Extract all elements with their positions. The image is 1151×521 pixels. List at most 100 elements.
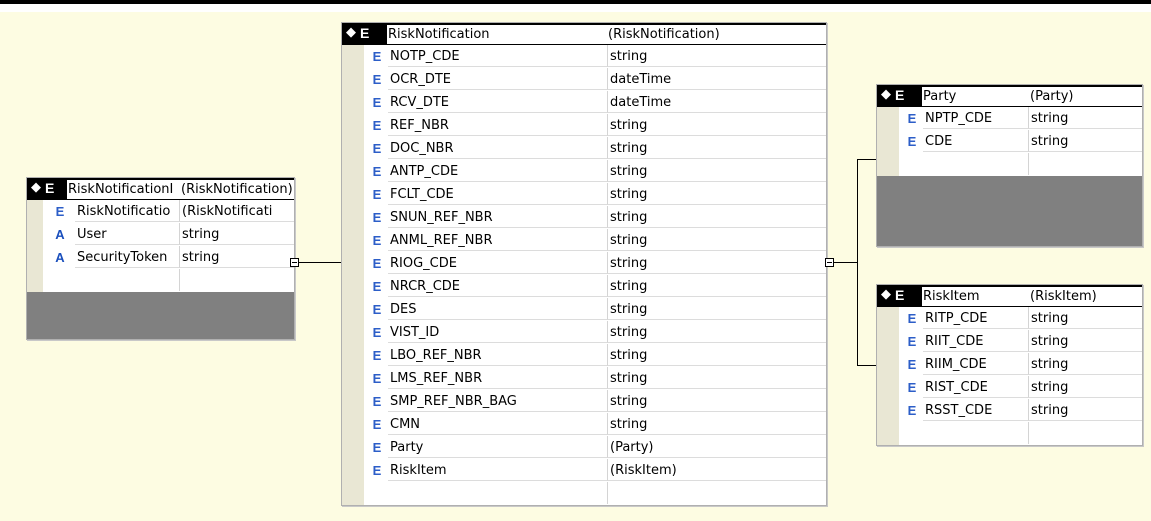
field-type: string (608, 137, 826, 159)
table-row[interactable]: E REF_NBR string (342, 114, 826, 137)
field-name: RIST_CDE (923, 376, 1029, 398)
connector-line (857, 159, 876, 160)
element-icon: E (907, 111, 917, 126)
table-row[interactable]: E FCLT_CDE string (342, 183, 826, 206)
table-row[interactable]: E Party (Party) (342, 436, 826, 459)
row-gutter (342, 367, 364, 390)
element-icon: E (372, 440, 382, 455)
row-list: E NOTP_CDE string E OCR_DTE dateTime E RCV_DTE d… (342, 45, 826, 482)
row-gutter (342, 298, 364, 321)
table-header[interactable]: ◆ E RiskNotificationI (RiskNotification) (27, 178, 294, 200)
table-row[interactable]: E RIIM_CDE string (877, 353, 1142, 376)
table-row[interactable]: E LBO_REF_NBR string (342, 344, 826, 367)
table-risk-notification-request[interactable]: ◆ E RiskNotificationI (RiskNotification)… (26, 177, 295, 340)
table-row[interactable]: E OCR_DTE dateTime (342, 68, 826, 91)
field-type: string (1029, 376, 1142, 398)
table-header[interactable]: ◆ E Party (Party) (877, 85, 1142, 107)
table-row[interactable]: E SMP_REF_NBR_BAG string (342, 390, 826, 413)
field-type: string (608, 252, 826, 274)
element-icon: E (372, 210, 382, 225)
element-icon: E (55, 204, 65, 219)
field-type: string (608, 344, 826, 366)
row-gutter (342, 390, 364, 413)
attribute-icon: A (55, 250, 65, 265)
table-type: (RiskNotification) (607, 25, 826, 44)
table-row[interactable]: E RCV_DTE dateTime (342, 91, 826, 114)
grey-area (877, 176, 1142, 246)
field-type: (RiskNotificati (180, 200, 294, 222)
element-icon: E (372, 417, 382, 432)
empty-row (877, 153, 1142, 176)
table-row[interactable]: E RiskNotificatio (RiskNotificati (27, 200, 294, 223)
table-row[interactable]: E SNUN_REF_NBR string (342, 206, 826, 229)
table-row[interactable]: E CDE string (877, 130, 1142, 153)
row-gutter (342, 413, 364, 436)
element-icon: E (372, 371, 382, 386)
table-header[interactable]: ◆ E RiskNotification (RiskNotification) (342, 23, 826, 45)
field-name: CDE (923, 130, 1029, 152)
field-name: SNUN_REF_NBR (388, 206, 608, 228)
field-name: SecurityToken (75, 246, 180, 268)
connector-line (299, 262, 341, 263)
table-row[interactable]: E DES string (342, 298, 826, 321)
empty-row (877, 422, 1142, 445)
table-type: (Party) (1029, 87, 1142, 106)
table-row[interactable]: E RSST_CDE string (877, 399, 1142, 422)
element-icon: E (372, 302, 382, 317)
table-row[interactable]: E RIOG_CDE string (342, 252, 826, 275)
field-name: FCLT_CDE (388, 183, 608, 205)
table-row[interactable]: A SecurityToken string (27, 246, 294, 269)
table-row[interactable]: A User string (27, 223, 294, 246)
table-row[interactable]: E CMN string (342, 413, 826, 436)
diamond-icon: ◆ (881, 87, 891, 102)
table-type: (RiskNotification) (180, 180, 294, 199)
row-gutter (342, 252, 364, 275)
table-party[interactable]: ◆ E Party (Party) E NPTP_CDE string E CDE str… (876, 84, 1143, 247)
field-type: string (608, 390, 826, 412)
row-list: E RiskNotificatio (RiskNotificati A User stri… (27, 200, 294, 269)
row-gutter (342, 436, 364, 459)
grey-area (27, 292, 294, 339)
row-gutter (27, 200, 43, 223)
element-icon: E (372, 187, 382, 202)
table-row[interactable]: E RITP_CDE string (877, 307, 1142, 330)
field-name: NRCR_CDE (388, 275, 608, 297)
empty-row (27, 269, 294, 292)
element-icon: E (907, 403, 917, 418)
table-type: (RiskItem) (1029, 287, 1142, 306)
table-row[interactable]: E NOTP_CDE string (342, 45, 826, 68)
table-risk-notification[interactable]: ◆ E RiskNotification (RiskNotification) … (341, 22, 827, 506)
element-tag: E (45, 180, 55, 196)
table-row[interactable]: E ANTP_CDE string (342, 160, 826, 183)
table-row[interactable]: E NPTP_CDE string (877, 107, 1142, 130)
field-name: RiskItem (388, 459, 608, 481)
diamond-icon: ◆ (881, 287, 891, 302)
field-type: (RiskItem) (608, 459, 826, 481)
attribute-icon: A (55, 227, 65, 242)
table-row[interactable]: E VIST_ID string (342, 321, 826, 344)
empty-row (342, 482, 826, 505)
field-type: string (1029, 307, 1142, 329)
collapse-toggle-risk-notification[interactable] (825, 258, 834, 267)
table-row[interactable]: E RIIT_CDE string (877, 330, 1142, 353)
table-name: Party (922, 87, 1029, 106)
field-type: string (608, 206, 826, 228)
field-name: ANTP_CDE (388, 160, 608, 182)
table-row[interactable]: E DOC_NBR string (342, 137, 826, 160)
table-name: RiskNotificationI (67, 180, 180, 199)
table-header[interactable]: ◆ E RiskItem (RiskItem) (877, 285, 1142, 307)
table-risk-item[interactable]: ◆ E RiskItem (RiskItem) E RITP_CDE string E… (876, 284, 1143, 446)
table-row[interactable]: E ANML_REF_NBR string (342, 229, 826, 252)
table-row[interactable]: E LMS_REF_NBR string (342, 367, 826, 390)
field-name: VIST_ID (388, 321, 608, 343)
field-type: string (1029, 130, 1142, 152)
table-row[interactable]: E NRCR_CDE string (342, 275, 826, 298)
table-name: RiskItem (922, 287, 1029, 306)
table-row[interactable]: E RiskItem (RiskItem) (342, 459, 826, 482)
field-name: NPTP_CDE (923, 107, 1029, 129)
field-name: RIIM_CDE (923, 353, 1029, 375)
row-gutter (27, 223, 43, 246)
table-row[interactable]: E RIST_CDE string (877, 376, 1142, 399)
field-type: string (608, 275, 826, 297)
collapse-toggle-request[interactable] (290, 258, 299, 267)
